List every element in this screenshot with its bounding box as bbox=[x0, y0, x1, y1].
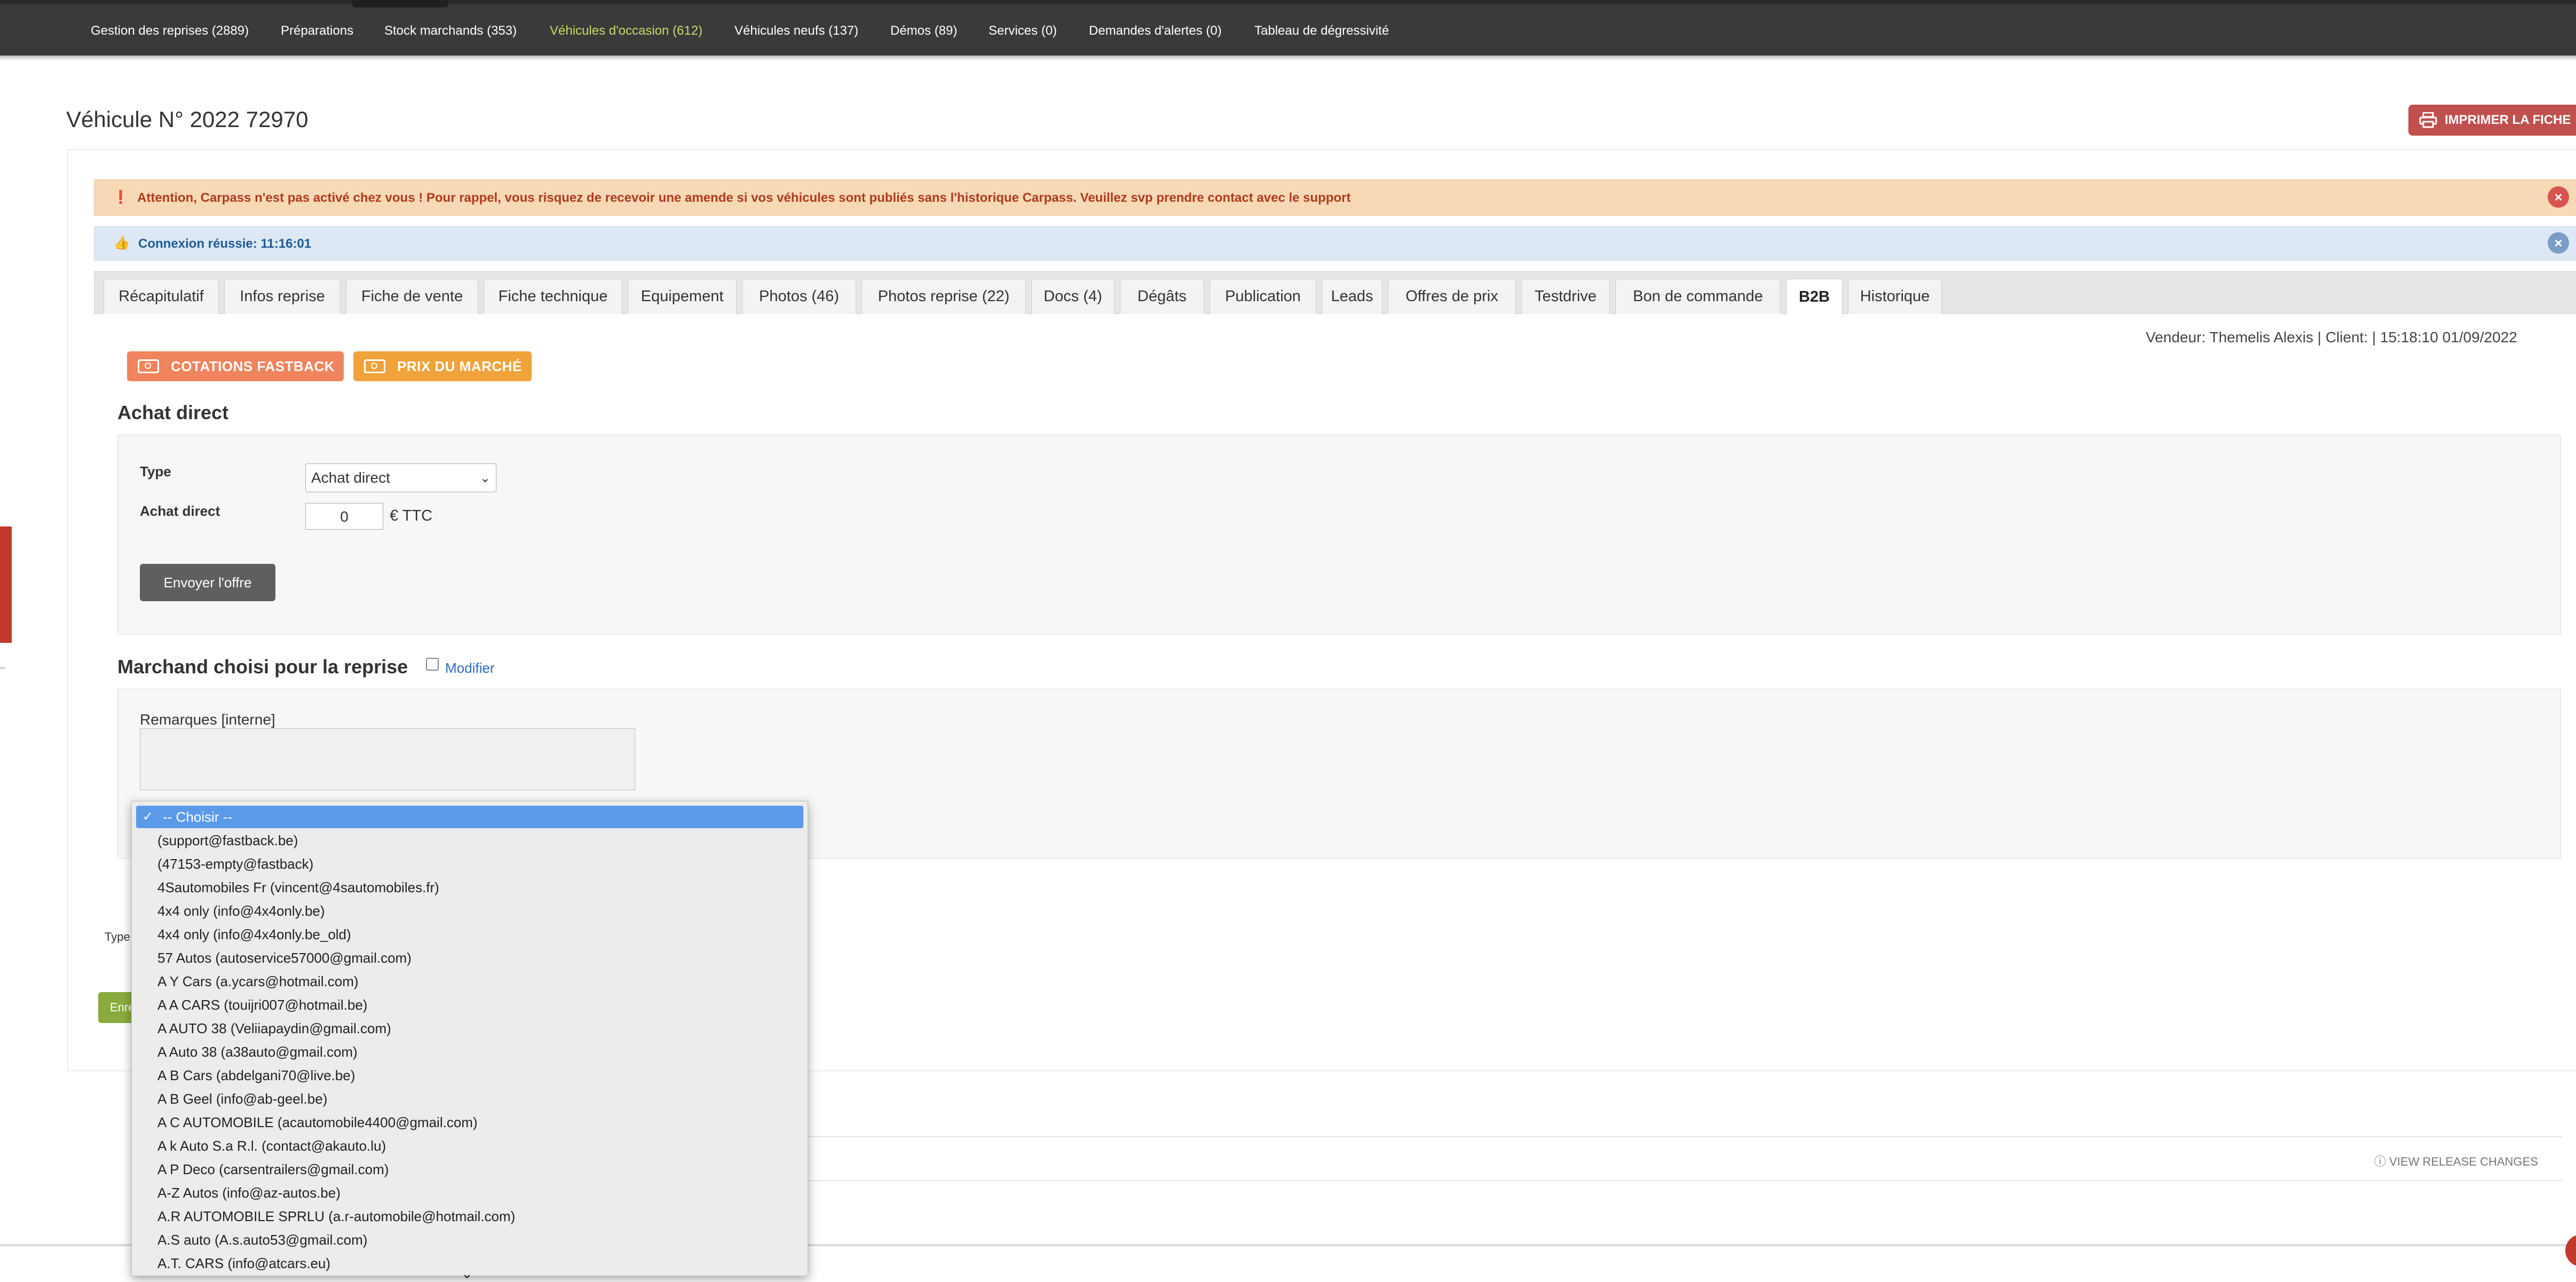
login-alert: 👍 Connexion réussie: 11:16:01 × bbox=[94, 226, 2576, 261]
nav-item-demos[interactable]: Démos (89) bbox=[890, 23, 957, 38]
dropdown-option[interactable]: 57 Autos (autoservice57000@gmail.com) bbox=[157, 950, 412, 966]
modifier-link[interactable]: Modifier bbox=[445, 660, 494, 677]
cotations-fastback-button[interactable]: COTATIONS FASTBACK bbox=[127, 351, 344, 381]
dropdown-option[interactable]: A B Cars (abdelgani70@live.be) bbox=[157, 1067, 355, 1084]
dropdown-option[interactable]: A C AUTOMOBILE (acautomobile4400@gmail.c… bbox=[157, 1114, 478, 1131]
cotations-fastback-label: COTATIONS FASTBACK bbox=[171, 358, 335, 374]
dropdown-option-selected-label: -- Choisir -- bbox=[163, 809, 232, 825]
dropdown-option[interactable]: A AUTO 38 (Veliiapaydin@gmail.com) bbox=[157, 1020, 391, 1037]
achat-direct-input[interactable]: 0 bbox=[305, 503, 383, 530]
vendeur-info: Vendeur: Themelis Alexis | Client: | 15:… bbox=[2146, 329, 2517, 345]
tab-docs[interactable]: Docs (4) bbox=[1031, 279, 1115, 314]
print-button[interactable]: IMPRIMER LA FICHE bbox=[2408, 105, 2576, 136]
printer-icon bbox=[2419, 112, 2437, 128]
money-icon bbox=[364, 359, 385, 373]
checkmark-icon: ✓ bbox=[143, 809, 154, 824]
side-edge-line bbox=[0, 667, 5, 668]
tab-infos-reprise[interactable]: Infos reprise bbox=[224, 279, 341, 314]
view-release-changes-link[interactable]: ⓘ VIEW RELEASE CHANGES bbox=[2374, 1152, 2538, 1169]
nav-item-demandes-alertes[interactable]: Demandes d'alertes (0) bbox=[1089, 23, 1222, 38]
tab-offres-de-prix[interactable]: Offres de prix bbox=[1388, 279, 1516, 314]
nav-item-vehicules-occasion[interactable]: Véhicules d'occasion (612) bbox=[550, 23, 702, 38]
nav-item-services[interactable]: Services (0) bbox=[989, 23, 1057, 38]
print-button-label: IMPRIMER LA FICHE bbox=[2445, 113, 2571, 127]
tab-fiche-de-vente[interactable]: Fiche de vente bbox=[346, 279, 478, 314]
dropdown-option[interactable]: 4x4 only (info@4x4only.be) bbox=[157, 903, 325, 919]
tab-fiche-technique[interactable]: Fiche technique bbox=[484, 279, 622, 314]
tab-recapitulatif[interactable]: Récapitulatif bbox=[104, 279, 219, 314]
info-icon: ⓘ bbox=[2374, 1155, 2390, 1168]
remarques-textarea[interactable] bbox=[140, 728, 635, 790]
tab-testdrive[interactable]: Testdrive bbox=[1521, 279, 1610, 314]
dropdown-option[interactable]: 4Sautomobiles Fr (vincent@4sautomobiles.… bbox=[157, 879, 439, 896]
chevron-down-icon: ⌄ bbox=[479, 471, 491, 485]
carpass-alert-text: Attention, Carpass n'est pas activé chez… bbox=[137, 191, 1351, 205]
prix-du-marche-label: PRIX DU MARCHÉ bbox=[397, 358, 522, 374]
modifier-checkbox[interactable] bbox=[426, 658, 439, 671]
dropdown-option[interactable]: A.R AUTOMOBILE SPRLU (a.r-automobile@hot… bbox=[157, 1208, 515, 1225]
dropdown-option[interactable]: A B Geel (info@ab-geel.be) bbox=[157, 1091, 327, 1107]
dropdown-option-selected[interactable]: ✓ -- Choisir -- bbox=[136, 806, 803, 828]
dropdown-option[interactable]: (47153-empty@fastback) bbox=[157, 856, 313, 872]
dropdown-option[interactable]: 4x4 only (info@4x4only.be_old) bbox=[157, 926, 351, 943]
dropdown-option[interactable]: (support@fastback.be) bbox=[157, 832, 298, 849]
tab-leads[interactable]: Leads bbox=[1322, 279, 1382, 314]
dropdown-option[interactable]: A P Deco (carsentrailers@gmail.com) bbox=[157, 1161, 389, 1178]
nav-item-preparations[interactable]: Préparations bbox=[281, 23, 353, 38]
dropdown-option[interactable]: A A CARS (touijri007@hotmail.be) bbox=[157, 997, 367, 1013]
type-select[interactable]: Achat direct ⌄ bbox=[305, 463, 496, 492]
close-icon[interactable]: × bbox=[2548, 186, 2569, 208]
carpass-alert: ❗ Attention, Carpass n'est pas activé ch… bbox=[94, 179, 2576, 216]
dropdown-option[interactable]: A Auto 38 (a38auto@gmail.com) bbox=[157, 1044, 358, 1060]
nav-item-gestion-reprises[interactable]: Gestion des reprises (2889) bbox=[91, 23, 249, 38]
currency-unit: € TTC bbox=[390, 507, 433, 524]
tab-b2b[interactable]: B2B bbox=[1786, 279, 1843, 315]
tab-bon-de-commande[interactable]: Bon de commande bbox=[1615, 279, 1781, 314]
footer-divider bbox=[801, 1136, 2562, 1137]
tab-publication[interactable]: Publication bbox=[1210, 279, 1316, 314]
tab-historique[interactable]: Historique bbox=[1848, 279, 1942, 314]
nav-item-stock-marchands[interactable]: Stock marchands (353) bbox=[384, 23, 517, 38]
prix-du-marche-button[interactable]: PRIX DU MARCHÉ bbox=[353, 351, 532, 381]
dropdown-option[interactable]: A-Z Autos (info@az-autos.be) bbox=[157, 1185, 341, 1201]
achat-direct-label: Achat direct bbox=[140, 503, 220, 519]
nav-item-tableau-degressivite[interactable]: Tableau de dégressivité bbox=[1254, 23, 1389, 38]
tab-photos-reprise[interactable]: Photos reprise (22) bbox=[862, 279, 1026, 314]
dropdown-option[interactable]: A.T. CARS (info@atcars.eu) bbox=[157, 1255, 330, 1272]
scroll-down-arrow-icon[interactable]: ⌄ bbox=[461, 1265, 473, 1282]
chat-bubble-icon[interactable] bbox=[2565, 1234, 2576, 1267]
marchand-title: Marchand choisi pour la reprise bbox=[117, 656, 408, 678]
release-link-label: VIEW RELEASE CHANGES bbox=[2389, 1155, 2538, 1168]
exclamation-circle-icon: ❗ bbox=[113, 190, 129, 205]
money-icon bbox=[138, 359, 159, 373]
close-icon[interactable]: × bbox=[2548, 232, 2569, 254]
navbar-shadow bbox=[0, 56, 2576, 61]
envoyer-offre-button[interactable]: Envoyer l'offre bbox=[140, 564, 275, 601]
marchand-dropdown-list[interactable]: ✓ -- Choisir -- (support@fastback.be) (4… bbox=[131, 801, 808, 1276]
side-edge-marker bbox=[0, 526, 12, 643]
type-select-value: Achat direct bbox=[311, 469, 390, 486]
login-alert-text: Connexion réussie: 11:16:01 bbox=[138, 237, 312, 251]
remarques-label: Remarques [interne] bbox=[140, 711, 275, 728]
page-title: Véhicule N° 2022 72970 bbox=[66, 107, 309, 132]
dropdown-option[interactable]: A Y Cars (a.ycars@hotmail.com) bbox=[157, 973, 359, 990]
dropdown-option[interactable]: A.S auto (A.s.auto53@gmail.com) bbox=[157, 1232, 367, 1248]
tab-equipement[interactable]: Equipement bbox=[628, 279, 737, 314]
type-label-lower: Type bbox=[105, 930, 130, 943]
dropdown-option[interactable]: A k Auto S.a R.l. (contact@akauto.lu) bbox=[157, 1138, 386, 1154]
thumbs-up-icon: 👍 bbox=[114, 236, 130, 250]
type-label: Type bbox=[140, 463, 171, 479]
achat-direct-title: Achat direct bbox=[117, 402, 229, 423]
tab-photos[interactable]: Photos (46) bbox=[742, 279, 856, 314]
footer-divider bbox=[801, 1180, 2562, 1181]
navbar-tab-indicator bbox=[352, 0, 448, 7]
tab-degats[interactable]: Dégâts bbox=[1120, 279, 1204, 314]
nav-item-vehicules-neufs[interactable]: Véhicules neufs (137) bbox=[734, 23, 858, 38]
